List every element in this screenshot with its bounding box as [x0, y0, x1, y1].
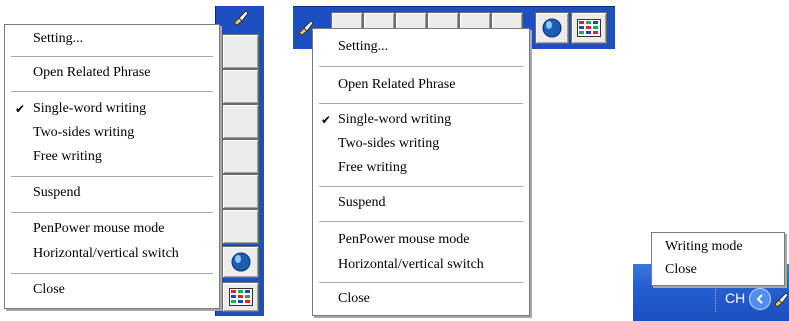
menu-item-label: Horizontal/vertical switch [338, 257, 484, 272]
menu-item-label: Free writing [33, 149, 102, 164]
menu-item-open-related-phrase[interactable]: Open Related Phrase [5, 62, 219, 84]
pen-icon[interactable] [773, 290, 789, 308]
menu-item-two-sides-writing[interactable]: Two-sides writing [5, 122, 219, 144]
keyboard-grid-icon [228, 288, 253, 306]
menu-item-horizontal-vertical-switch[interactable]: Horizontal/vertical switch [313, 254, 529, 276]
menu-item-horizontal-vertical-switch[interactable]: Horizontal/vertical switch [5, 243, 219, 265]
menu-separator [319, 66, 523, 67]
menu-item-label: Setting... [33, 31, 84, 46]
menu-item-close[interactable]: Close [652, 259, 784, 281]
menu-separator [11, 176, 213, 177]
input-cell-4[interactable] [222, 139, 259, 174]
menu-item-setting[interactable]: Setting... [313, 36, 529, 58]
context-menu-middle: Setting... Open Related Phrase ✔ Single-… [312, 28, 530, 316]
menu-item-label: Single-word writing [33, 101, 147, 116]
menu-item-two-sides-writing[interactable]: Two-sides writing [313, 133, 529, 155]
menu-item-free-writing[interactable]: Free writing [313, 157, 529, 179]
menu-item-close[interactable]: Close [5, 279, 219, 301]
menu-item-label: PenPower mouse mode [338, 232, 470, 247]
menu-item-label: Writing mode [665, 239, 743, 254]
menu-item-label: Horizontal/vertical switch [33, 246, 179, 261]
input-cell-1[interactable] [222, 34, 259, 69]
input-cell-5[interactable] [222, 174, 259, 209]
balloon-icon [542, 18, 562, 38]
menu-item-label: Close [33, 282, 65, 297]
balloon-icon [231, 252, 250, 272]
menu-separator [319, 221, 523, 222]
language-indicator[interactable]: CH [725, 290, 745, 306]
menu-item-label: Free writing [338, 160, 407, 175]
menu-item-penpower-mouse-mode[interactable]: PenPower mouse mode [5, 218, 219, 240]
checkmark-icon: ✔ [15, 102, 26, 116]
input-cell-3[interactable] [222, 104, 259, 139]
menu-item-label: Two-sides writing [33, 125, 135, 140]
pen-icon[interactable] [232, 9, 250, 27]
menu-item-label: Close [338, 291, 370, 306]
menu-item-single-word-writing[interactable]: ✔ Single-word writing [5, 98, 219, 120]
menu-item-open-related-phrase[interactable]: Open Related Phrase [313, 74, 529, 96]
input-cell-6[interactable] [222, 209, 259, 244]
menu-item-label: Open Related Phrase [338, 77, 456, 92]
penpower-toolbar-vertical [215, 6, 264, 316]
menu-item-label: Single-word writing [338, 112, 452, 127]
menu-item-setting[interactable]: Setting... [5, 28, 219, 50]
balloon-button[interactable] [535, 12, 569, 44]
menu-item-label: Two-sides writing [338, 136, 440, 151]
menu-item-suspend[interactable]: Suspend [5, 182, 219, 204]
keyboard-button[interactable] [571, 12, 607, 44]
context-menu-tray: Writing mode Close [651, 232, 785, 286]
menu-item-label: PenPower mouse mode [33, 221, 165, 236]
menu-item-close[interactable]: Close [313, 288, 529, 310]
menu-item-penpower-mouse-mode[interactable]: PenPower mouse mode [313, 229, 529, 251]
keyboard-grid-icon [577, 19, 601, 37]
menu-item-free-writing[interactable]: Free writing [5, 146, 219, 168]
menu-item-label: Close [665, 262, 697, 277]
menu-separator [11, 56, 213, 57]
chevron-left-icon[interactable] [749, 288, 771, 310]
menu-item-label: Open Related Phrase [33, 65, 151, 80]
menu-item-single-word-writing[interactable]: ✔ Single-word writing [313, 109, 529, 131]
menu-separator [319, 186, 523, 187]
menu-item-label: Suspend [33, 185, 81, 200]
menu-separator [11, 91, 213, 92]
balloon-button[interactable] [222, 246, 259, 278]
menu-item-suspend[interactable]: Suspend [313, 192, 529, 214]
keyboard-button[interactable] [222, 282, 259, 312]
menu-separator [319, 103, 523, 104]
menu-separator [319, 282, 523, 283]
menu-separator [11, 273, 213, 274]
context-menu-left: Setting... Open Related Phrase ✔ Single-… [4, 24, 220, 309]
tray-divider [715, 286, 717, 312]
input-cell-2[interactable] [222, 69, 259, 104]
menu-item-label: Suspend [338, 195, 386, 210]
menu-item-writing-mode[interactable]: Writing mode [652, 236, 784, 258]
checkmark-icon: ✔ [321, 113, 332, 127]
menu-separator [11, 212, 213, 213]
menu-item-label: Setting... [338, 39, 389, 54]
